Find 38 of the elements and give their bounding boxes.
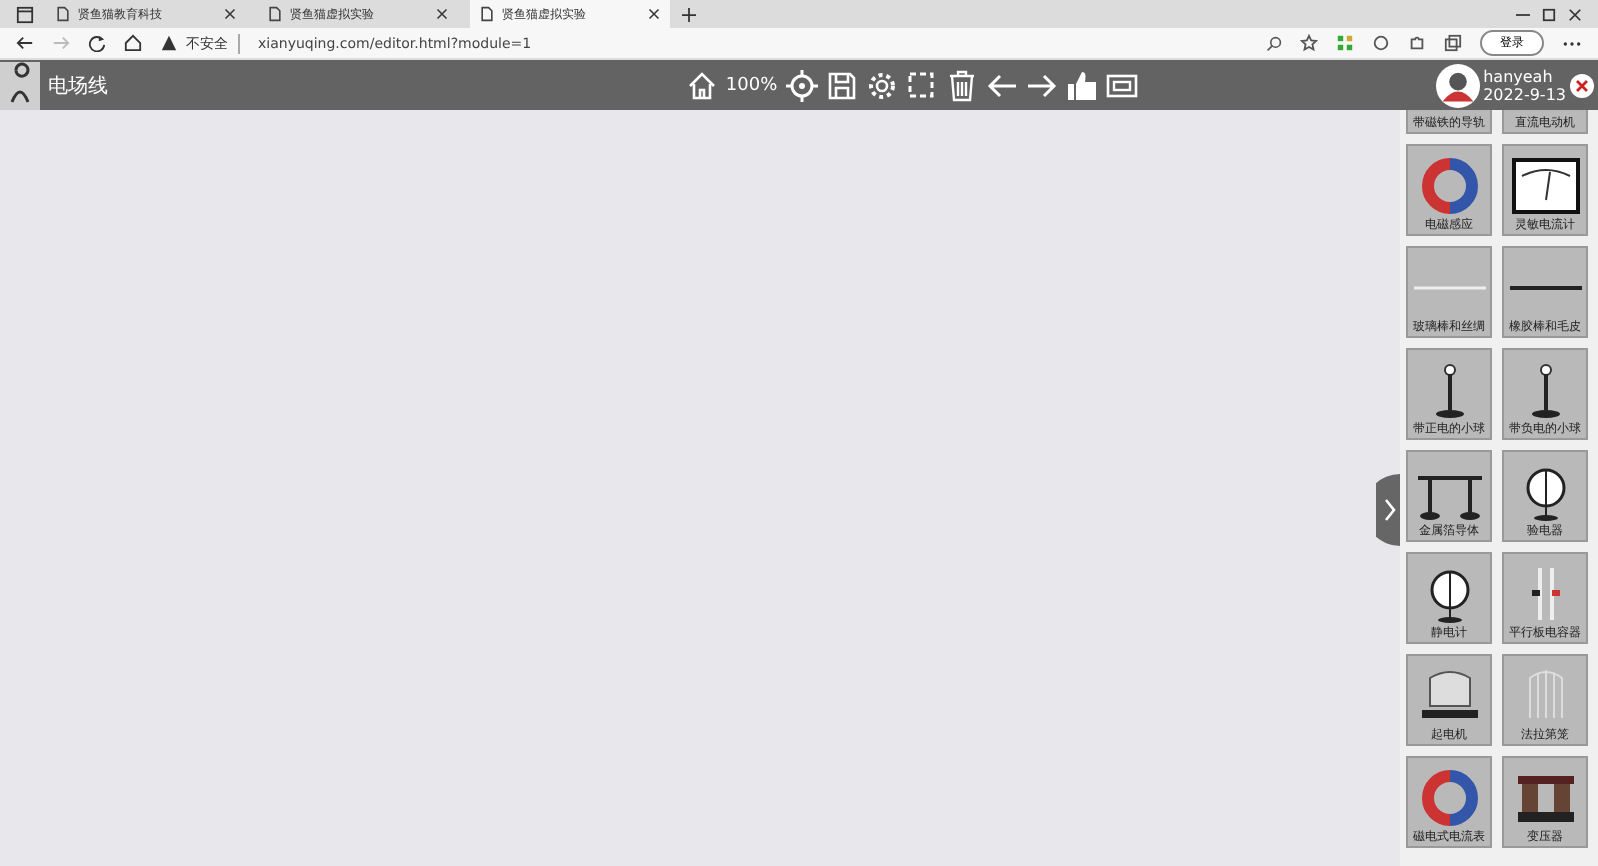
undo-arrow-icon[interactable] (985, 69, 1018, 101)
close-icon[interactable] (1570, 73, 1594, 97)
trash-icon[interactable] (945, 69, 978, 101)
more-icon[interactable] (1562, 39, 1582, 47)
avatar-icon[interactable] (1435, 63, 1480, 107)
document-title: 电场线 (48, 73, 108, 99)
refresh-icon[interactable] (1372, 34, 1390, 52)
search-icon[interactable] (1266, 35, 1282, 51)
tab-actions-icon[interactable] (16, 5, 34, 23)
page-icon (268, 6, 282, 22)
close-icon[interactable] (1568, 7, 1582, 21)
page-icon (56, 6, 70, 22)
restore-icon[interactable] (1542, 7, 1556, 21)
selection-icon[interactable] (905, 69, 938, 101)
darkrod-drawing (1509, 284, 1581, 292)
rod-drawing (1413, 284, 1485, 292)
redo-arrow-icon[interactable] (1025, 69, 1058, 101)
home-icon[interactable] (124, 34, 142, 52)
collapse-handle-icon[interactable] (1376, 474, 1400, 546)
zoom-level: 100% (725, 75, 778, 95)
close-icon[interactable] (648, 8, 660, 20)
back-arrow-icon[interactable] (16, 34, 34, 52)
close-icon[interactable] (436, 8, 448, 20)
save-icon[interactable] (825, 69, 858, 101)
thumbs-up-icon[interactable] (1065, 69, 1098, 101)
warning-icon (160, 34, 178, 52)
screen-icon[interactable] (1105, 69, 1138, 101)
user-name: hanyeah (1483, 67, 1553, 85)
settings-icon[interactable] (865, 69, 898, 101)
grid-icon[interactable] (1336, 34, 1354, 52)
locate-icon[interactable] (785, 69, 818, 101)
reload-icon[interactable] (88, 34, 106, 52)
star-icon[interactable] (1300, 34, 1318, 52)
collections-icon[interactable] (1444, 34, 1462, 52)
page-icon (480, 6, 494, 22)
close-icon[interactable] (224, 8, 236, 20)
new-tab-icon[interactable] (682, 7, 696, 21)
date-text: 2022-9-13 (1483, 85, 1566, 103)
